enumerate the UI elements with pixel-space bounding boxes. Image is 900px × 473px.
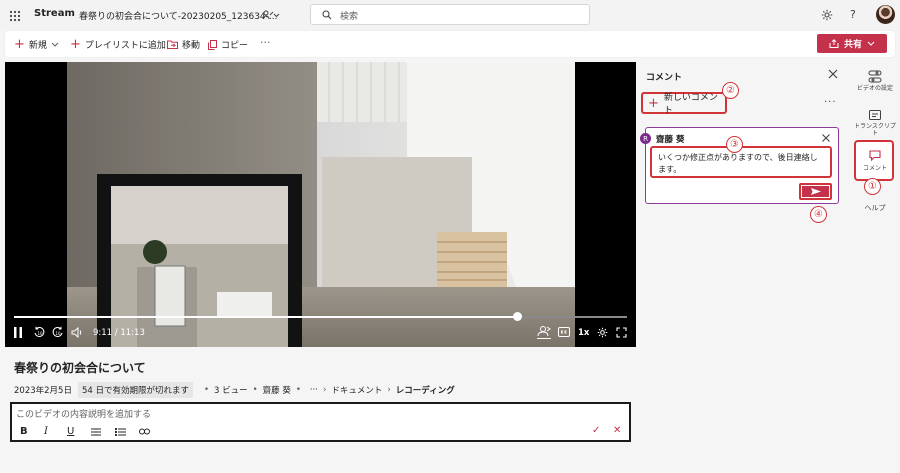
new-comment-label: 新しいコメント: [663, 93, 718, 116]
rail-comment[interactable]: コメント: [853, 150, 897, 172]
comment-icon: [869, 150, 881, 161]
link-icon[interactable]: [139, 428, 150, 435]
people-dropdown-icon[interactable]: [262, 9, 280, 21]
breadcrumb-chevron-icon: ›: [387, 385, 391, 395]
video-settings-icon: [868, 70, 882, 83]
meta-separator: •: [203, 385, 209, 395]
copy-label: コピー: [221, 41, 249, 51]
author-name: 齋藤 葵: [656, 135, 685, 145]
breadcrumb-chevron-icon: ›: [322, 385, 327, 395]
confirm-check-icon[interactable]: ✓: [592, 425, 600, 436]
plus-icon: +: [648, 95, 659, 111]
breadcrumb-more[interactable]: ···: [310, 385, 318, 395]
breadcrumb-recordings[interactable]: レコーディング: [396, 384, 455, 396]
video-frame: [67, 62, 575, 347]
annotation-marker-4: ④: [810, 206, 827, 223]
comment-panel-title: コメント: [646, 73, 683, 83]
share-button[interactable]: 共有: [817, 34, 887, 53]
rail-transcript[interactable]: トランスクリプト: [853, 110, 897, 137]
rail-help-label: ヘルプ: [864, 204, 886, 212]
help-icon[interactable]: ?: [850, 8, 856, 21]
copy-button[interactable]: コピー: [208, 38, 248, 51]
progress-handle[interactable]: [512, 312, 522, 321]
time-display: 9:11 / 11:13: [93, 328, 145, 338]
numbered-list-icon[interactable]: [115, 428, 126, 436]
annotation-marker-3: ③: [726, 136, 743, 153]
folder-move-icon: [167, 40, 178, 49]
search-placeholder: 検索: [340, 12, 359, 22]
player-settings-icon[interactable]: [597, 327, 608, 338]
user-avatar[interactable]: [876, 5, 895, 24]
forward-label: 10: [56, 331, 62, 336]
underline-icon[interactable]: U: [67, 426, 74, 437]
progress-fill: [14, 316, 517, 318]
expiry-badge[interactable]: 54 日で有効期限が切れます: [77, 382, 193, 398]
discard-comment-icon[interactable]: [822, 134, 830, 142]
view-count: 3 ビュー: [214, 386, 248, 396]
share-label: 共有: [843, 40, 862, 50]
send-comment-button[interactable]: [799, 183, 832, 200]
new-comment-button[interactable]: + 新しいコメント: [641, 92, 727, 116]
description-placeholder: このビデオの内容説明を追加する: [16, 410, 152, 420]
captions-person-icon[interactable]: [536, 325, 552, 339]
pause-icon[interactable]: [13, 327, 23, 338]
search-icon: [322, 10, 332, 20]
chevron-down-icon: [51, 42, 59, 47]
forward-10-icon[interactable]: 10: [52, 326, 64, 338]
comment-input[interactable]: いくつか修正点がありますので、後日連絡します。: [650, 146, 832, 178]
cancel-x-icon[interactable]: ✕: [613, 425, 621, 436]
rewind-label: 10: [38, 331, 44, 336]
bold-icon[interactable]: B: [20, 426, 28, 437]
captions-icon[interactable]: [558, 327, 570, 337]
search-box[interactable]: 検索: [310, 4, 590, 25]
annotation-marker-1: ①: [864, 178, 881, 195]
more-options-icon[interactable]: ···: [824, 97, 837, 108]
settings-gear-icon[interactable]: [821, 9, 833, 21]
video-meta-row: 2023年2月5日 54 日で有効期限が切れます • 3 ビュー • 齋藤 葵 …: [14, 382, 455, 398]
breadcrumb-documents[interactable]: ドキュメント: [331, 384, 382, 396]
video-title: 春祭りの初会合について: [14, 361, 146, 375]
description-editor[interactable]: このビデオの内容説明を追加する B I U ✓ ✕: [10, 402, 631, 442]
more-commands-button[interactable]: ···: [260, 36, 271, 49]
new-label: 新規: [28, 41, 47, 51]
chevron-down-icon: [867, 41, 875, 46]
video-player[interactable]: [5, 62, 636, 347]
plus-icon: +: [70, 37, 81, 52]
bullet-list-icon[interactable]: [91, 428, 101, 436]
document-title[interactable]: 春祭りの初会合について-20230205_123634-...: [79, 9, 277, 22]
close-icon[interactable]: [828, 69, 838, 79]
volume-icon[interactable]: [71, 327, 83, 338]
rail-comment-label: コメント: [862, 165, 887, 172]
video-date: 2023年2月5日: [14, 386, 72, 396]
playback-speed-button[interactable]: 1x: [578, 328, 589, 338]
rail-help[interactable]: ヘルプ: [853, 205, 897, 212]
comment-panel: [640, 62, 850, 473]
italic-icon[interactable]: I: [44, 426, 48, 437]
rail-transcript-label: トランスクリプト: [854, 123, 896, 137]
move-button[interactable]: 移動: [167, 38, 200, 51]
command-bar: + 新規 + プレイリストに追加 移動 コピー ···: [5, 31, 895, 57]
app-launcher-icon[interactable]: [9, 10, 21, 22]
author-avatar: R: [640, 133, 651, 144]
move-label: 移動: [182, 41, 201, 51]
plus-icon: +: [14, 37, 25, 52]
meta-separator: •: [252, 385, 258, 395]
new-button[interactable]: + 新規: [14, 38, 59, 51]
share-icon: [829, 39, 839, 48]
transcript-icon: [869, 110, 881, 120]
rail-video-settings-label: ビデオの設定: [856, 85, 893, 92]
copy-icon: [208, 39, 217, 50]
rewind-10-icon[interactable]: 10: [33, 326, 45, 338]
rail-video-settings[interactable]: ビデオの設定: [853, 70, 897, 92]
add-playlist-label: プレイリストに追加: [84, 41, 166, 51]
send-icon: [810, 188, 821, 195]
fullscreen-icon[interactable]: [616, 327, 627, 338]
annotation-marker-2: ②: [722, 82, 739, 99]
add-to-playlist-button[interactable]: + プレイリストに追加: [70, 38, 166, 51]
app-name[interactable]: Stream: [34, 8, 75, 19]
owner-name[interactable]: 齋藤 葵: [263, 384, 291, 396]
meta-separator: •: [295, 385, 301, 395]
